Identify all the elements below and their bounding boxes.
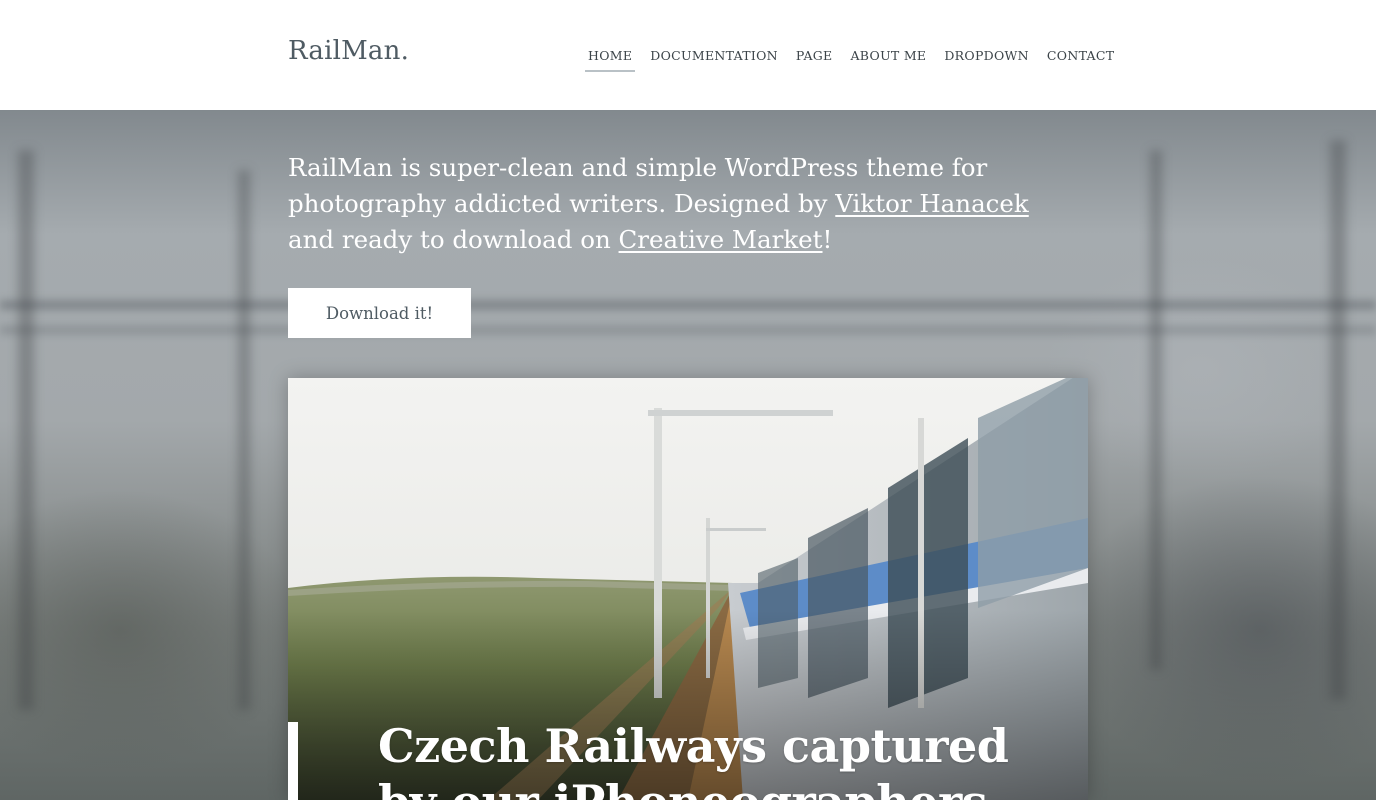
hero-blur-pole	[18, 150, 34, 710]
site-header: RailMan. HOME DOCUMENTATION PAGE ABOUT M…	[0, 0, 1376, 110]
hero-blur-wire	[0, 325, 1376, 335]
nav-item-about-me[interactable]: ABOUT ME	[847, 47, 929, 72]
site-logo[interactable]: RailMan.	[288, 36, 409, 66]
nav-item-dropdown[interactable]: DROPDOWN	[941, 47, 1032, 72]
featured-post-title[interactable]: Czech Railways captured by our iPhoneogr…	[378, 718, 1068, 800]
main-nav: HOME DOCUMENTATION PAGE ABOUT ME DROPDOW…	[585, 47, 1117, 72]
title-accent-bar	[288, 722, 298, 800]
hero-blur-wire	[0, 300, 1376, 310]
creative-market-link[interactable]: Creative Market	[619, 225, 823, 254]
hero-blur-pole	[1330, 140, 1346, 700]
featured-post-image[interactable]: Czech Railways captured by our iPhoneogr…	[288, 378, 1088, 800]
tagline-text: and ready to download on	[288, 225, 619, 254]
hero-blur-pole	[1150, 150, 1162, 670]
hero-blur-pole	[238, 170, 250, 710]
nav-item-contact[interactable]: CONTACT	[1044, 47, 1117, 72]
download-button[interactable]: Download it!	[288, 288, 471, 338]
tagline-text: !	[822, 225, 833, 254]
nav-item-page[interactable]: PAGE	[793, 47, 836, 72]
nav-item-home[interactable]: HOME	[585, 47, 636, 72]
designer-link[interactable]: Viktor Hanacek	[835, 189, 1028, 218]
hero-tagline: RailMan is super-clean and simple WordPr…	[288, 150, 1068, 258]
nav-item-documentation[interactable]: DOCUMENTATION	[647, 47, 781, 72]
